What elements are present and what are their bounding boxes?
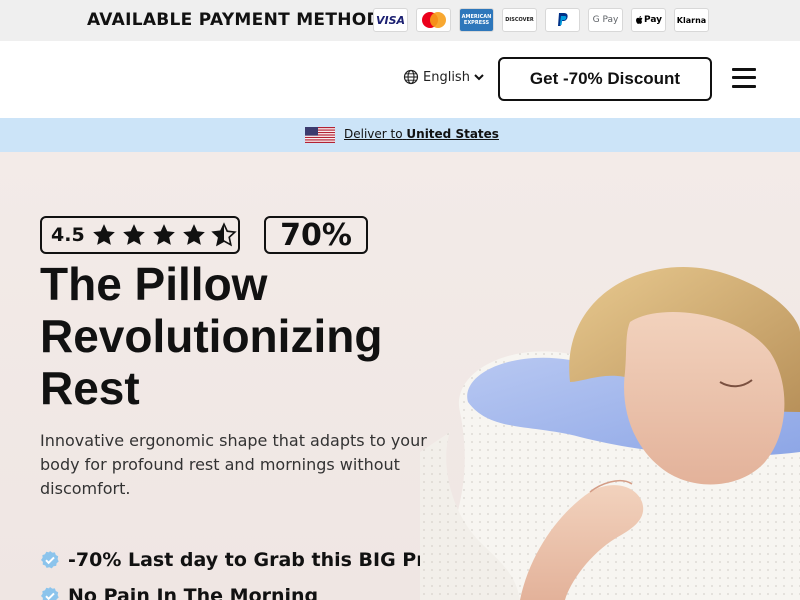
get-discount-button[interactable]: Get -70% Discount bbox=[498, 57, 712, 101]
half-star-icon bbox=[210, 222, 237, 247]
apple-pay-icon: Pay bbox=[631, 8, 666, 32]
pillow-product-image bbox=[420, 266, 800, 600]
visa-icon: VISA bbox=[373, 8, 408, 32]
paypal-icon bbox=[545, 8, 580, 32]
star-icon bbox=[152, 224, 175, 245]
hamburger-menu-icon[interactable] bbox=[732, 68, 756, 88]
chevron-down-icon bbox=[474, 74, 484, 81]
hero-section: 4.5 70% The Pillow Revolutionizing Rest … bbox=[0, 152, 800, 600]
amex-icon: AMERICAN EXPRESS bbox=[459, 8, 494, 32]
klarna-icon: Klarna bbox=[674, 8, 709, 32]
deliver-country: United States bbox=[406, 127, 499, 141]
benefit-item: -70% Last day to Grab this BIG Promo bbox=[40, 542, 472, 578]
payment-methods-label: AVAILABLE PAYMENT METHODS: bbox=[87, 10, 401, 30]
benefit-list: -70% Last day to Grab this BIG Promo No … bbox=[40, 542, 472, 600]
hero-subtitle: Innovative ergonomic shape that adapts t… bbox=[40, 431, 427, 498]
site-header: English Get -70% Discount bbox=[0, 41, 800, 118]
deliver-prefix: Deliver to bbox=[344, 127, 403, 141]
star-rating bbox=[91, 222, 237, 248]
rating-value: 4.5 bbox=[51, 224, 85, 246]
payment-badges: VISA AMERICAN EXPRESS DISCOVER G Pay Pay… bbox=[373, 8, 709, 32]
deliver-to-link[interactable]: Deliver to United States bbox=[344, 127, 499, 141]
payment-methods-bar: AVAILABLE PAYMENT METHODS: VISA AMERICAN… bbox=[0, 0, 800, 41]
hero-title: The Pillow Revolutionizing Rest bbox=[40, 258, 383, 414]
star-icon bbox=[182, 224, 205, 245]
discount-badge: 70% bbox=[264, 216, 368, 254]
google-pay-icon: G Pay bbox=[588, 8, 623, 32]
globe-icon bbox=[403, 69, 419, 85]
mastercard-icon bbox=[416, 8, 451, 32]
delivery-bar: Deliver to United States bbox=[0, 118, 800, 152]
language-label: English bbox=[423, 69, 470, 85]
check-badge-icon bbox=[41, 587, 59, 600]
check-badge-icon bbox=[41, 551, 59, 569]
language-selector[interactable]: English bbox=[403, 69, 484, 85]
star-icon bbox=[92, 224, 115, 245]
us-flag-icon bbox=[305, 127, 335, 143]
benefit-text: No Pain In The Morning bbox=[68, 585, 319, 600]
benefit-text: -70% Last day to Grab this BIG Promo bbox=[68, 549, 472, 571]
benefit-item: No Pain In The Morning bbox=[40, 578, 472, 600]
star-icon bbox=[122, 224, 145, 245]
discover-icon: DISCOVER bbox=[502, 8, 537, 32]
rating-badge: 4.5 bbox=[40, 216, 240, 254]
